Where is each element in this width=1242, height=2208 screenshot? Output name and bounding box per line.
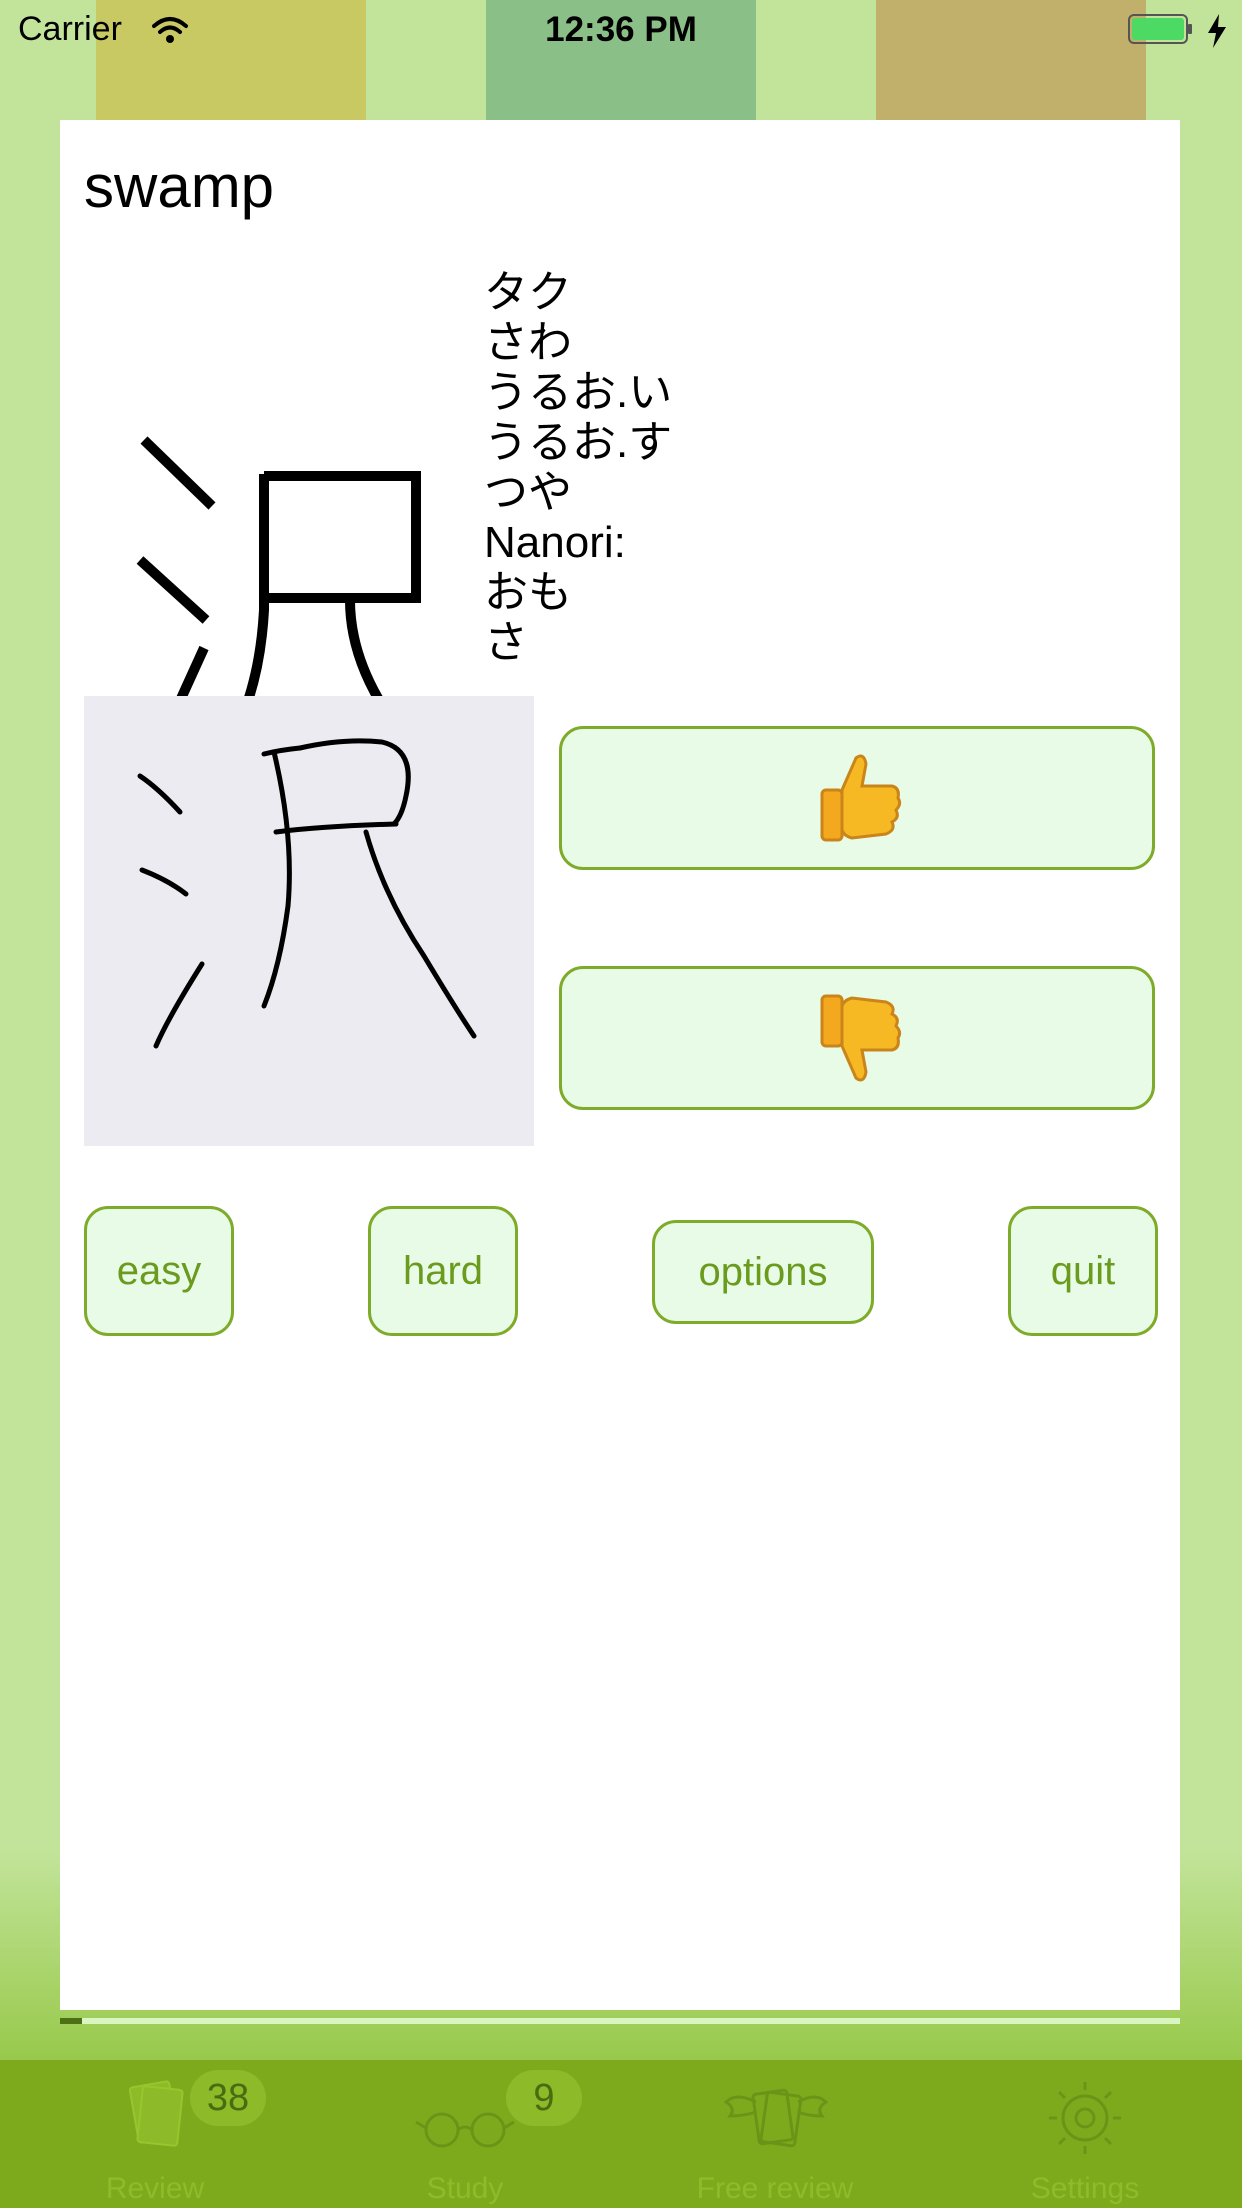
tab-label: Review [105, 2172, 205, 2205]
reading: うるお.い [484, 368, 673, 417]
thumbs-up-button[interactable] [559, 726, 1155, 870]
reading: タク [484, 268, 572, 317]
status-time: 12:36 PM [545, 10, 697, 49]
hard-button[interactable]: hard [368, 1206, 518, 1336]
reading: おも [484, 568, 572, 617]
options-button[interactable]: options [652, 1220, 874, 1324]
reading: さわ [484, 318, 572, 367]
tab-review[interactable]: 38 Review [0, 2060, 310, 2208]
review-count-badge: 38 [190, 2070, 266, 2126]
quit-button[interactable]: quit [1008, 1206, 1158, 1336]
reading: つや [484, 468, 572, 517]
status-bar: Carrier 12:36 PM [0, 0, 1242, 60]
glasses-icon [415, 2112, 515, 2148]
easy-button[interactable]: easy [84, 1206, 234, 1336]
battery-icon [1128, 14, 1192, 44]
winged-cards-icon [723, 2088, 829, 2148]
thumbs-down-button[interactable] [559, 966, 1155, 1110]
handwritten-strokes [137, 738, 477, 1049]
flashcard: swamp 沢 タク さわ うるお.い うるお.す つや Nanori: おも … [60, 120, 1180, 2010]
nanori-label: Nanori: [484, 518, 626, 567]
card-word: swamp [84, 153, 275, 220]
kanji-display: 沢 [136, 436, 432, 760]
thumbs-down-icon [820, 994, 902, 1082]
reading: さ [484, 618, 528, 667]
drawing-canvas[interactable] [84, 696, 534, 1146]
study-count-badge: 9 [506, 2070, 582, 2126]
review-progress-bar [60, 2018, 1180, 2024]
reading: うるお.す [484, 418, 673, 467]
tab-label: Study [426, 2172, 504, 2205]
tab-label: Free review [696, 2172, 854, 2205]
readings-list: タク さわ うるお.い うるお.す つや Nanori: おも さ [484, 268, 672, 668]
tab-study[interactable]: 9 Study [310, 2060, 620, 2208]
tab-bar: 38 Review 9 Study Free review Settings [0, 2060, 1242, 2208]
tab-free-review[interactable]: Free review [620, 2060, 930, 2208]
gear-icon [1049, 2082, 1121, 2154]
charging-icon [1208, 14, 1226, 48]
tab-settings[interactable]: Settings [930, 2060, 1240, 2208]
tab-label: Settings [1030, 2172, 1140, 2205]
progress-fill [60, 2018, 83, 2024]
thumbs-up-icon [820, 754, 902, 842]
